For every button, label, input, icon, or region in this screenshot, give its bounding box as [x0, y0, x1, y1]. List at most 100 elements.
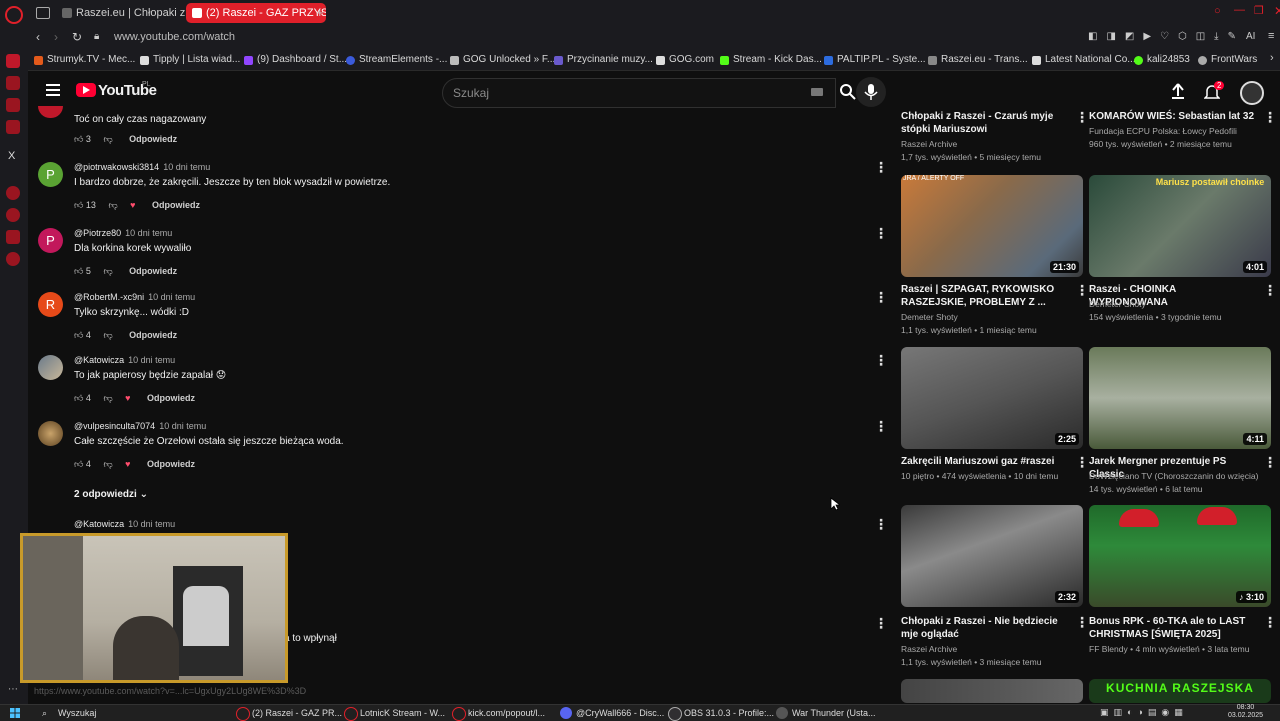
like-icon[interactable]: 👍︎ [74, 459, 83, 469]
video-channel[interactable]: Demeter Shoty [1089, 299, 1146, 309]
comment-menu-icon[interactable]: ⋮ [874, 419, 888, 433]
history-icon[interactable] [6, 208, 20, 222]
reply-button[interactable]: Odpowiedz [129, 330, 177, 340]
avatar[interactable] [38, 355, 63, 380]
player-icon[interactable] [6, 186, 20, 200]
reply-button[interactable]: Odpowiedz [152, 200, 200, 210]
forward-icon[interactable]: › [54, 30, 58, 44]
avatar[interactable]: P [38, 162, 63, 187]
minimize-icon[interactable]: — [1234, 4, 1245, 16]
bookmark-item[interactable]: Tipply | Lista wiad... [140, 53, 240, 67]
bookmark-item[interactable]: FrontWars [1198, 53, 1257, 67]
workspaces-icon[interactable] [36, 7, 50, 19]
instagram-icon[interactable] [6, 120, 20, 134]
video-channel[interactable]: DoWzięciano TV (Choroszczanin do wzięcia… [1089, 471, 1258, 481]
pinboard-icon[interactable] [6, 230, 20, 244]
video-menu-icon[interactable]: ⋮ [1075, 110, 1089, 124]
taskbar-app[interactable]: LotnicK Stream - W... [344, 707, 445, 721]
bookmarks-more-icon[interactable]: › [1270, 52, 1274, 64]
video-title[interactable]: Bonus RPK - 60-TKA ale to LAST CHRISTMAS… [1089, 615, 1257, 641]
reply-button[interactable]: Odpowiedz [147, 459, 195, 469]
video-card[interactable] [901, 679, 1083, 703]
video-thumbnail[interactable]: ♪ 3:10 [1089, 505, 1271, 607]
video-menu-icon[interactable]: ⋮ [1263, 455, 1277, 469]
reload-icon[interactable]: ↻ [72, 30, 82, 44]
dislike-icon[interactable]: 👎︎ [103, 266, 112, 276]
video-thumbnail[interactable]: Mariusz postawił choinke 4:01 [1089, 175, 1271, 277]
search-tabs-icon[interactable]: ○ [1214, 5, 1221, 17]
x-icon[interactable]: X [8, 150, 15, 162]
bookmark-item[interactable]: (9) Dashboard / St... [244, 53, 347, 67]
video-menu-icon[interactable]: ⋮ [1075, 615, 1089, 629]
taskbar-app[interactable]: (2) Raszei - GAZ PR... [236, 707, 342, 721]
dislike-icon[interactable]: 👎︎ [103, 393, 112, 403]
opera-logo-icon[interactable] [5, 6, 23, 24]
bookmark-item[interactable]: GOG.com [656, 53, 714, 67]
video-channel[interactable]: FF Blendy [1089, 644, 1128, 654]
comment-author[interactable]: @piotrwakowski3814 10 dni temu [74, 162, 210, 172]
hamburger-menu-icon[interactable] [46, 84, 60, 86]
video-thumbnail[interactable]: JRA / ALERTY OFF 21:30 [901, 175, 1083, 277]
avatar[interactable]: P [38, 228, 63, 253]
bookmark-item[interactable]: PALTIP.PL - Syste... [824, 53, 926, 67]
video-title[interactable]: Raszei | SZPAGAT, RYKOWISKO RASZEJSKIE, … [901, 283, 1069, 309]
reply-button[interactable]: Odpowiedz [147, 393, 195, 403]
video-channel[interactable]: Demeter Shoty [901, 312, 958, 322]
comment-menu-icon[interactable]: ⋮ [874, 353, 888, 367]
video-title[interactable]: KOMARÓW WIEŚ: Sebastian lat 32 [1089, 110, 1257, 123]
comment-menu-icon[interactable]: ⋮ [874, 226, 888, 240]
taskbar-app[interactable]: @CryWall666 - Disc... [560, 707, 664, 719]
dislike-icon[interactable]: 👎︎ [108, 200, 117, 210]
search-input[interactable]: Szukaj [442, 78, 836, 108]
url-text[interactable]: www.youtube.com/watch [114, 31, 235, 43]
taskbar-app[interactable]: War Thunder (Usta... [776, 707, 876, 719]
account-avatar[interactable] [1240, 81, 1264, 105]
like-icon[interactable]: 👍︎ [74, 200, 83, 210]
more-icon[interactable]: ⋯ [8, 684, 18, 695]
video-channel[interactable]: Raszei Archive [901, 139, 957, 149]
clock[interactable]: 08:30 03.02.2025 [1228, 704, 1263, 720]
back-icon[interactable]: ‹ [36, 30, 40, 44]
video-menu-icon[interactable]: ⋮ [1075, 455, 1089, 469]
comment-author[interactable]: @Katowicza 10 dni temu [74, 519, 175, 529]
video-title[interactable]: Chłopaki z Raszei - Czaruś myje stópki M… [901, 110, 1069, 136]
dislike-icon[interactable]: 👎︎ [103, 459, 112, 469]
comment-author[interactable]: @Piotrze80 10 dni temu [74, 228, 172, 238]
video-thumbnail[interactable] [901, 679, 1083, 703]
voice-search-button[interactable] [856, 77, 886, 107]
bookmark-item[interactable]: Stream - Kick Das... [720, 53, 822, 67]
avatar[interactable] [38, 106, 63, 118]
create-upload-icon[interactable] [1170, 82, 1186, 103]
comment-menu-icon[interactable]: ⋮ [874, 160, 888, 174]
video-menu-icon[interactable]: ⋮ [1263, 110, 1277, 124]
taskbar-search[interactable]: ⌕ Wyszukaj [42, 707, 96, 719]
video-thumbnail[interactable]: 2:25 [901, 347, 1083, 449]
like-icon[interactable]: 👍︎ [74, 330, 83, 340]
video-menu-icon[interactable]: ⋮ [1075, 283, 1089, 297]
video-channel[interactable]: Raszei Archive [901, 644, 957, 654]
shopping-icon[interactable] [6, 76, 20, 90]
video-title[interactable]: Chłopaki z Raszei - Nie będziecie mje og… [901, 615, 1069, 641]
comment-author[interactable]: @vulpesinculta7074 10 dni temu [74, 421, 206, 431]
comment-menu-icon[interactable]: ⋮ [874, 517, 888, 531]
comment-author[interactable]: @Katowicza 10 dni temu [74, 355, 175, 365]
comment-menu-icon[interactable]: ⋮ [874, 616, 888, 630]
video-card[interactable]: KUCHNIA RASZEJSKA [1089, 679, 1271, 703]
like-icon[interactable]: 👍︎ [74, 134, 83, 144]
video-thumbnail[interactable]: KUCHNIA RASZEJSKA [1089, 679, 1271, 703]
video-title[interactable]: Zakręcili Mariuszowi gaz #raszei [901, 455, 1069, 468]
video-channel[interactable]: Fundacja ECPU Polska: Łowcy Pedofili [1089, 126, 1237, 136]
maximize-icon[interactable]: ❐ [1254, 4, 1264, 17]
dislike-icon[interactable]: 👎︎ [103, 330, 112, 340]
bookmark-item[interactable]: Raszei.eu - Trans... [928, 53, 1028, 67]
taskbar-app[interactable]: OBS 31.0.3 - Profile:... [668, 707, 774, 721]
taskbar-app[interactable]: kick.com/popout/l... [452, 707, 545, 721]
reply-button[interactable]: Odpowiedz [129, 266, 177, 276]
ai-label[interactable]: AI [1246, 31, 1255, 42]
tab-raszei-eu[interactable]: Raszei.eu | Chłopaki z Ras [56, 3, 196, 23]
avatar[interactable] [38, 421, 63, 446]
bookmark-item[interactable]: StreamElements -... [346, 53, 447, 67]
windows-start-icon[interactable] [10, 708, 20, 718]
extension-icons[interactable]: ◧◨◩▶♡⬡◫⤓✎ [1088, 31, 1268, 45]
dislike-icon[interactable]: 👎︎ [103, 134, 112, 144]
